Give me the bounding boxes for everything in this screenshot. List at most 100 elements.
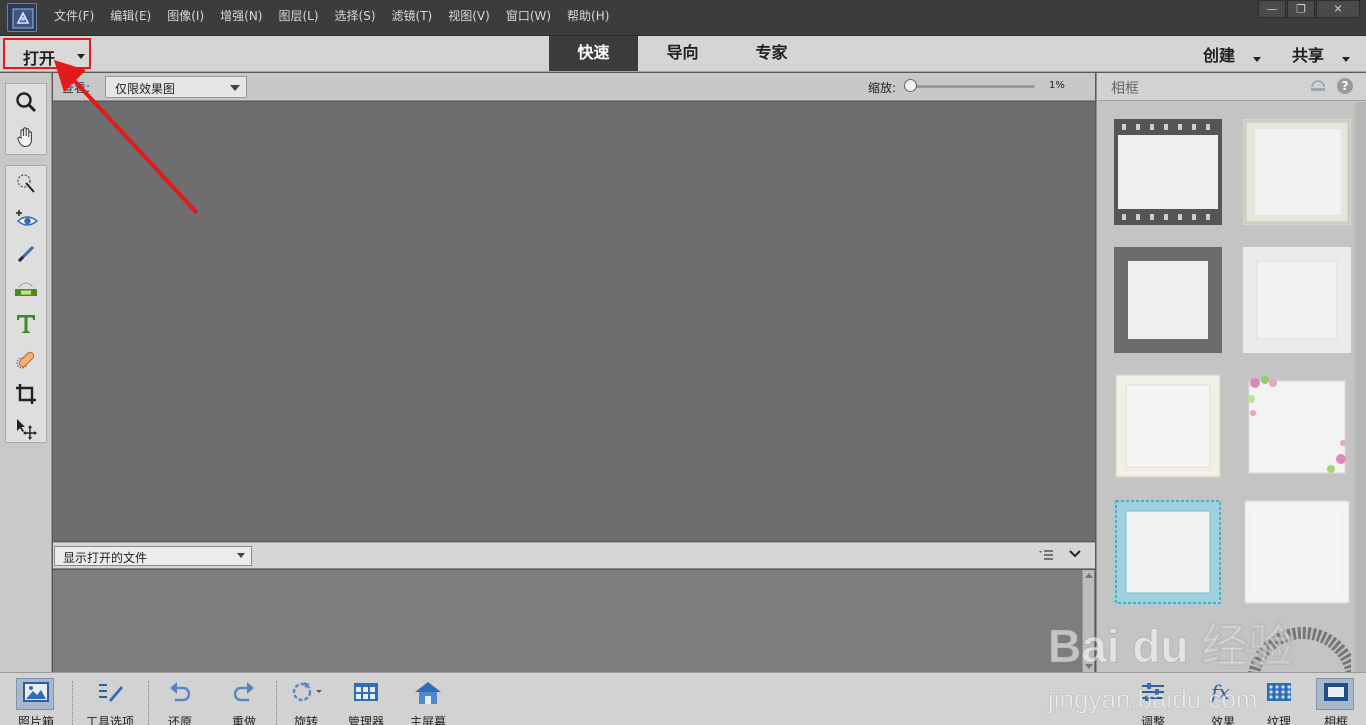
menu-layer[interactable]: 图层(L) — [270, 0, 326, 36]
collapse-chevron-icon[interactable] — [1069, 549, 1081, 559]
redo-label: 重做 — [231, 715, 256, 725]
organizer-label: 管理器 — [347, 715, 384, 725]
adjust-label: 调整 — [1140, 715, 1165, 725]
frame-thumb-flowers[interactable] — [1243, 373, 1351, 479]
textures-button[interactable]: 纹理 — [1256, 673, 1302, 725]
bottom-task-bar: 照片箱 工具选项 还原 重做 旋转 管理器 主屏幕 调整 fx 效果 纹理 相框 — [0, 672, 1366, 725]
text-icon — [17, 314, 35, 333]
menu-enhance[interactable]: 增强(N) — [212, 0, 270, 36]
photo-bin-icon — [23, 682, 49, 702]
close-button[interactable]: ✕ — [1316, 0, 1360, 18]
frame-thumb-gray[interactable] — [1114, 247, 1222, 353]
menu-window[interactable]: 窗口(W) — [498, 0, 559, 36]
spot-healing-tool[interactable] — [6, 341, 46, 376]
move-tool[interactable] — [6, 411, 46, 446]
chevron-down-icon — [230, 85, 240, 91]
type-tool[interactable] — [6, 306, 46, 341]
menu-help[interactable]: 帮助(H) — [559, 0, 617, 36]
frame-thumb-scalloped[interactable] — [1243, 499, 1351, 605]
frame-thumb-blue[interactable] — [1114, 499, 1222, 605]
adjust-sliders-icon — [1142, 683, 1164, 701]
frame-thumb-round[interactable] — [1243, 623, 1351, 672]
frame-icon — [1324, 683, 1348, 701]
frame-thumb-paper[interactable] — [1114, 373, 1222, 479]
create-menu-label: 创建 — [1203, 46, 1236, 65]
menu-image[interactable]: 图像(I) — [159, 0, 212, 36]
undo-button[interactable]: 还原 — [158, 673, 202, 725]
panel-title: 相框 — [1111, 81, 1139, 97]
frame-thumb-film[interactable] — [1114, 119, 1222, 225]
undo-icon — [170, 682, 191, 702]
redo-button[interactable]: 重做 — [222, 673, 266, 725]
home-screen-button[interactable]: 主屏幕 — [402, 673, 454, 725]
tab-expert[interactable]: 专家 — [727, 36, 816, 71]
menu-filter[interactable]: 滤镜(T) — [384, 0, 441, 36]
bandage-icon — [16, 351, 35, 368]
zoom-value: 1% — [1049, 80, 1065, 91]
tutorial-arrow-annotation — [54, 60, 199, 215]
menu-view[interactable]: 视图(V) — [440, 0, 498, 36]
tool-options-label: 工具选项 — [85, 715, 134, 725]
photo-bin-select[interactable]: 显示打开的文件 — [54, 546, 252, 566]
undo-label: 还原 — [167, 715, 192, 725]
menu-file[interactable]: 文件(F) — [46, 0, 102, 36]
frame-thumb-vintage[interactable] — [1243, 119, 1351, 225]
photo-bin-area[interactable] — [53, 570, 1095, 672]
scroll-down-icon[interactable] — [1085, 664, 1093, 669]
divider — [148, 681, 149, 725]
close-icon: ✕ — [1333, 2, 1343, 16]
photo-bin-scrollbar[interactable] — [1082, 570, 1094, 672]
redo-icon — [233, 682, 254, 702]
reset-panel-icon[interactable] — [1309, 77, 1327, 93]
chevron-down-icon — [1253, 57, 1261, 62]
create-menu[interactable]: 创建 — [1203, 42, 1261, 66]
effects-label: 效果 — [1210, 715, 1235, 725]
frame-thumbnails — [1108, 111, 1354, 672]
panel-menu-icon[interactable] — [1038, 549, 1054, 561]
svg-text:fx: fx — [1209, 680, 1230, 704]
tab-guided[interactable]: 导向 — [638, 36, 727, 71]
organizer-icon — [354, 683, 378, 701]
tool-options-button[interactable]: 工具选项 — [82, 673, 138, 725]
photoshop-elements-window: 文件(F) 编辑(E) 图像(I) 增强(N) 图层(L) 选择(S) 滤镜(T… — [0, 0, 1366, 725]
magnifier-icon — [16, 91, 37, 112]
textures-label: 纹理 — [1266, 715, 1291, 725]
window-controls: — ❐ ✕ — [1257, 0, 1360, 18]
rotate-button[interactable]: 旋转 — [284, 673, 328, 725]
photo-bin-button[interactable]: 照片箱 — [10, 673, 62, 725]
crop-tool[interactable] — [6, 376, 46, 411]
zoom-slider-thumb[interactable] — [904, 79, 917, 92]
tab-quick[interactable]: 快速 — [549, 36, 638, 71]
frames-panel-scrollbar[interactable] — [1355, 102, 1366, 672]
organizer-button[interactable]: 管理器 — [340, 673, 392, 725]
zoom-slider-track[interactable] — [911, 85, 1035, 88]
frame-thumb-white[interactable] — [1243, 247, 1351, 353]
restore-button[interactable]: ❐ — [1287, 0, 1315, 18]
minimize-button[interactable]: — — [1258, 0, 1286, 18]
hand-icon — [17, 126, 32, 147]
adjust-button[interactable]: 调整 — [1130, 673, 1176, 725]
tool-options-icon — [99, 684, 123, 702]
photo-bin-header: 显示打开的文件 — [53, 542, 1095, 569]
menu-select[interactable]: 选择(S) — [327, 0, 384, 36]
app-logo[interactable] — [7, 3, 37, 32]
frames-panel: 相框 ? — [1096, 73, 1366, 672]
fx-icon: fx — [1209, 680, 1230, 704]
frames-button[interactable]: 相框 — [1312, 673, 1360, 725]
frames-label: 相框 — [1323, 715, 1348, 725]
crop-icon — [16, 383, 36, 404]
menu-edit[interactable]: 编辑(E) — [102, 0, 159, 36]
scroll-up-icon[interactable] — [1085, 573, 1093, 578]
help-icon[interactable]: ? — [1337, 78, 1353, 94]
whiten-teeth-tool[interactable] — [6, 236, 46, 271]
share-menu[interactable]: 共享 — [1292, 42, 1350, 66]
effects-button[interactable]: fx 效果 — [1200, 673, 1246, 725]
home-screen-label: 主屏幕 — [409, 715, 446, 725]
chevron-down-icon — [237, 553, 245, 558]
photo-bin-label: 照片箱 — [17, 715, 54, 725]
divider — [72, 681, 73, 725]
mode-tabs: 快速 导向 专家 — [549, 36, 816, 72]
brush-icon — [17, 245, 35, 262]
red-eye-icon — [16, 209, 39, 226]
straighten-tool[interactable] — [6, 271, 46, 306]
